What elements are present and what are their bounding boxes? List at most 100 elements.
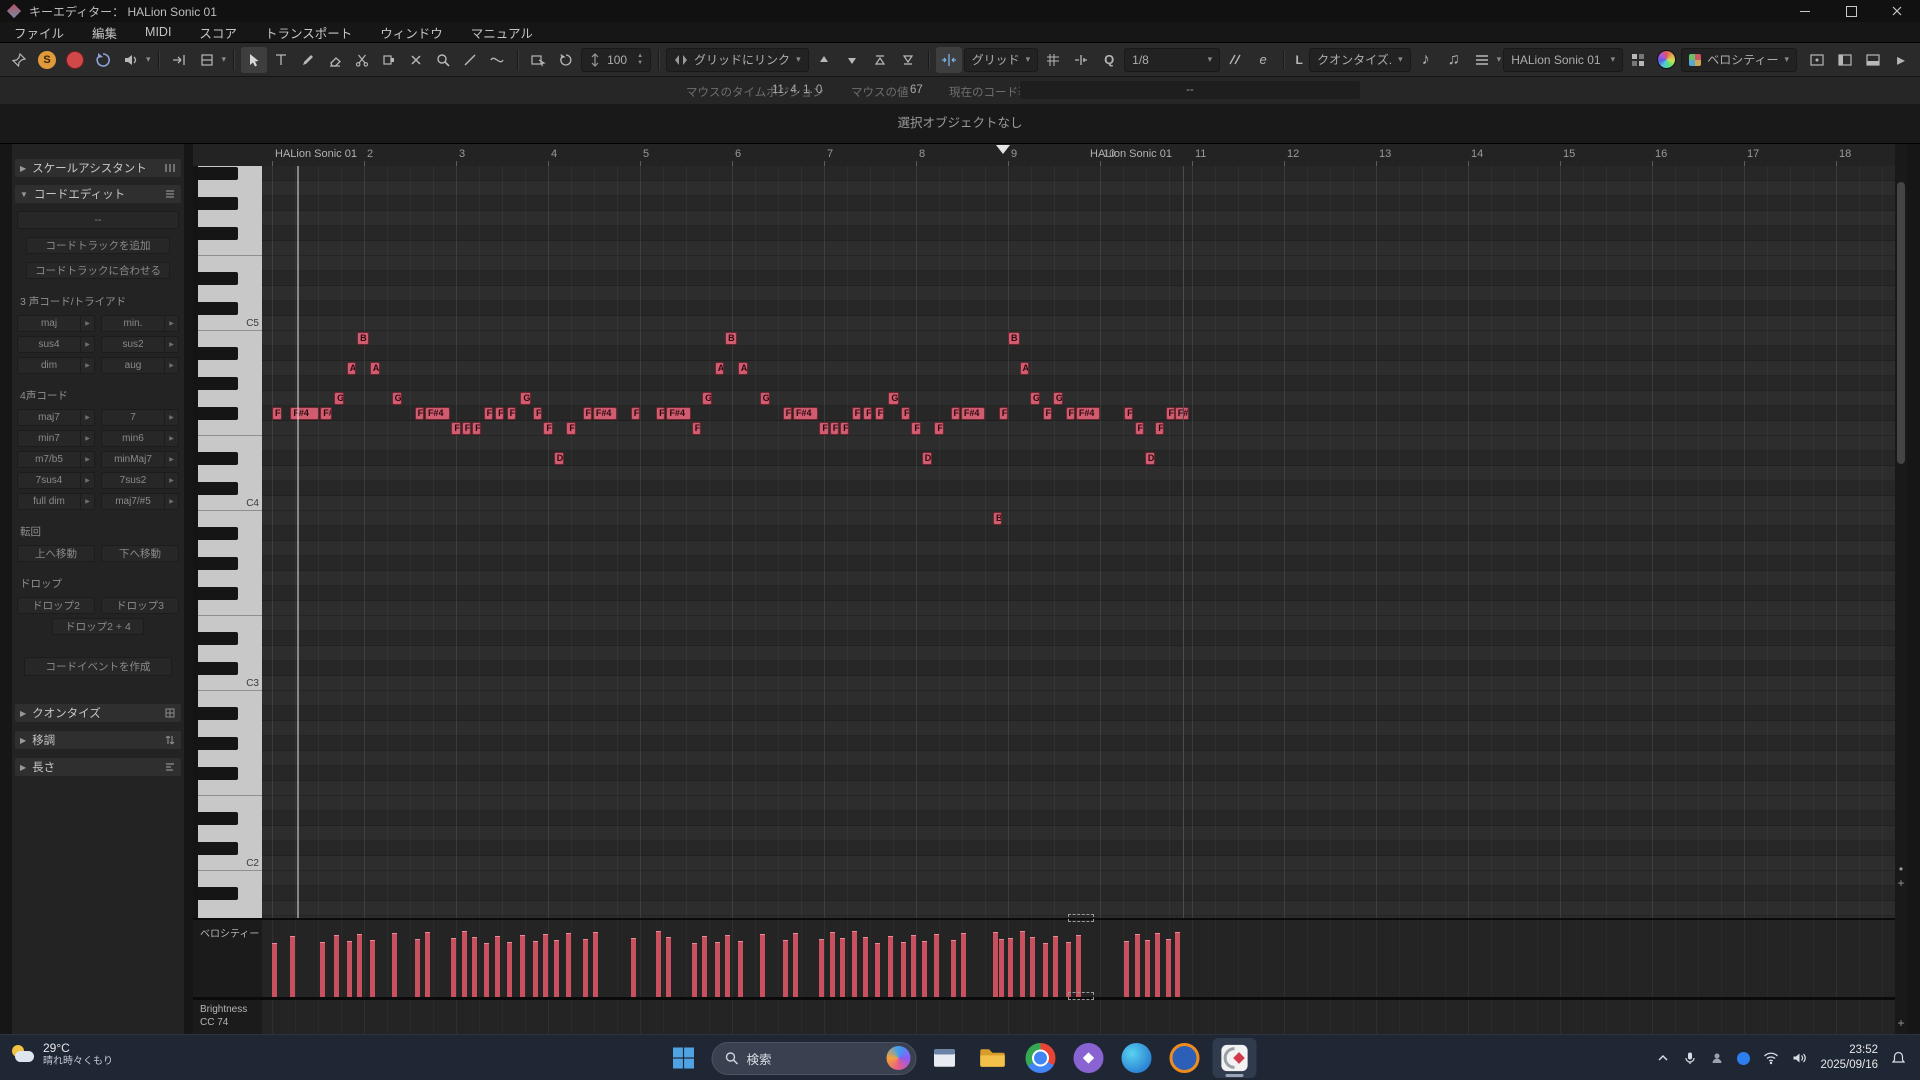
- midi-note[interactable]: F4: [1155, 422, 1164, 435]
- velocity-bar[interactable]: [1030, 937, 1035, 997]
- midi-note[interactable]: F4: [840, 422, 849, 435]
- cc74-lane[interactable]: [262, 1000, 1895, 1034]
- piano-key-white[interactable]: [198, 721, 262, 736]
- velocity-bar[interactable]: [863, 937, 868, 997]
- independent-loop-button[interactable]: [553, 47, 579, 73]
- chord-arrow-icon[interactable]: ▶: [80, 316, 94, 331]
- velocity-bar[interactable]: [451, 938, 456, 997]
- velocity-bar[interactable]: [1175, 932, 1180, 997]
- midi-note[interactable]: F#: [320, 407, 332, 420]
- piano-key-white[interactable]: [198, 466, 262, 481]
- event-colors-dropdown[interactable]: ベロシティー ▾: [1681, 48, 1797, 72]
- piano-key-black[interactable]: [198, 812, 238, 825]
- piano-key-white[interactable]: [198, 241, 262, 256]
- toolbar-overflow-chevron[interactable]: ▸: [1888, 47, 1914, 73]
- velocity-bar[interactable]: [290, 936, 295, 997]
- midi-note[interactable]: F#: [951, 407, 960, 420]
- midi-note[interactable]: F#: [901, 407, 910, 420]
- midi-note[interactable]: G: [1053, 392, 1063, 405]
- midi-note[interactable]: F#: [656, 407, 665, 420]
- piano-key-black[interactable]: [198, 347, 238, 360]
- scrollbar-thumb[interactable]: [1897, 182, 1905, 464]
- midi-note[interactable]: B: [1008, 332, 1020, 345]
- piano-key-white[interactable]: [198, 781, 262, 796]
- piano-key-black[interactable]: [198, 377, 238, 390]
- velocity-bar[interactable]: [583, 939, 588, 997]
- quantize-panel-button[interactable]: e: [1250, 47, 1276, 73]
- midi-note[interactable]: F#: [852, 407, 861, 420]
- menu-item-2[interactable]: MIDI: [145, 25, 171, 39]
- zoom-in-button[interactable]: +: [1896, 876, 1906, 890]
- link-to-grid-dropdown[interactable]: グリッドにリンク ▾: [666, 48, 809, 72]
- solo-editor-button[interactable]: S: [34, 47, 60, 73]
- menu-item-4[interactable]: トランスポート: [265, 23, 352, 42]
- section-quantize[interactable]: ▶ クオンタイズ: [15, 704, 181, 722]
- midi-note[interactable]: F#: [875, 407, 884, 420]
- velocity-bar[interactable]: [760, 934, 765, 997]
- velocity-bar[interactable]: [993, 932, 998, 997]
- add-chord-track-button[interactable]: コードトラックを追加: [26, 237, 170, 254]
- chord-arrow-icon[interactable]: ▶: [164, 316, 178, 331]
- velocity-bar[interactable]: [961, 933, 966, 997]
- note-length-icon-1[interactable]: ♪: [1413, 47, 1439, 73]
- piano-key-black[interactable]: [198, 632, 238, 645]
- close-button[interactable]: [1874, 0, 1920, 22]
- velocity-bar[interactable]: [951, 940, 956, 997]
- section-scale-assistant[interactable]: ▶ スケールアシスタント: [15, 159, 181, 177]
- velocity-bar[interactable]: [370, 940, 375, 997]
- midi-note[interactable]: A: [715, 362, 724, 375]
- start-button[interactable]: [664, 1038, 704, 1078]
- midi-note[interactable]: F#4: [1175, 407, 1189, 420]
- piano-key-white[interactable]: [198, 901, 262, 916]
- piano-key-black[interactable]: [198, 197, 238, 210]
- velocity-bar[interactable]: [738, 941, 743, 997]
- velocity-spinner[interactable]: ▲▼: [637, 54, 643, 66]
- chord-button-7sus2[interactable]: 7sus2▶: [101, 472, 179, 489]
- velocity-lane[interactable]: [262, 920, 1895, 997]
- piano-key-white[interactable]: [198, 391, 262, 406]
- midi-note[interactable]: F#: [415, 407, 424, 420]
- midi-note[interactable]: F4: [543, 422, 552, 435]
- midi-note[interactable]: F4: [1135, 422, 1144, 435]
- section-length[interactable]: ▶ 長さ: [15, 758, 181, 776]
- part-range-handle[interactable]: [1068, 992, 1094, 1000]
- piano-key-black[interactable]: [198, 482, 238, 495]
- chord-arrow-icon[interactable]: ▶: [164, 494, 178, 509]
- piano-key-white[interactable]: [198, 691, 262, 706]
- piano-key-white[interactable]: [198, 796, 262, 811]
- chord-arrow-icon[interactable]: ▶: [80, 452, 94, 467]
- velocity-field[interactable]: 100 ▲▼: [581, 48, 651, 72]
- midi-note[interactable]: F#4: [425, 407, 450, 420]
- velocity-bar[interactable]: [392, 933, 397, 997]
- velocity-bar[interactable]: [415, 939, 420, 997]
- velocity-bar[interactable]: [830, 932, 835, 997]
- velocity-bar[interactable]: [593, 932, 598, 997]
- velocity-bar[interactable]: [1145, 940, 1150, 997]
- tool-line[interactable]: [457, 47, 483, 73]
- velocity-bar[interactable]: [1155, 933, 1160, 997]
- chord-display-field[interactable]: --: [17, 211, 179, 229]
- wifi-icon[interactable]: [1763, 1051, 1779, 1065]
- apply-quantize-button[interactable]: [1222, 47, 1248, 73]
- velocity-bar[interactable]: [425, 932, 430, 997]
- chord-arrow-icon[interactable]: ▶: [164, 337, 178, 352]
- midi-note[interactable]: F#4: [666, 407, 690, 420]
- midi-note[interactable]: F#: [863, 407, 872, 420]
- midi-note[interactable]: F4: [911, 422, 920, 435]
- velocity-bar[interactable]: [692, 943, 697, 997]
- piano-key-black[interactable]: [198, 887, 238, 900]
- tool-glue[interactable]: [376, 47, 402, 73]
- part-selector-dropdown[interactable]: HALion Sonic 01 ▾: [1503, 48, 1623, 72]
- layers-caret-icon[interactable]: ▾: [1497, 54, 1502, 65]
- left-zone-toggle[interactable]: [1832, 47, 1858, 73]
- autoscroll-caret-icon[interactable]: ▾: [222, 54, 227, 65]
- chord-button-min[interactable]: min.▶: [101, 315, 179, 332]
- weather-widget[interactable]: 29°C 晴れ時々くもり: [10, 1041, 113, 1069]
- drop2-button[interactable]: ドロップ2: [17, 597, 95, 614]
- chord-button-7[interactable]: 7▶: [101, 409, 179, 426]
- grid-mode-dropdown[interactable]: グリッド ▾: [964, 48, 1039, 72]
- grid-relative-button[interactable]: [1068, 47, 1094, 73]
- note-length-icon-2[interactable]: ♫: [1441, 47, 1467, 73]
- chord-arrow-icon[interactable]: ▶: [80, 337, 94, 352]
- piano-key-black[interactable]: [198, 662, 238, 675]
